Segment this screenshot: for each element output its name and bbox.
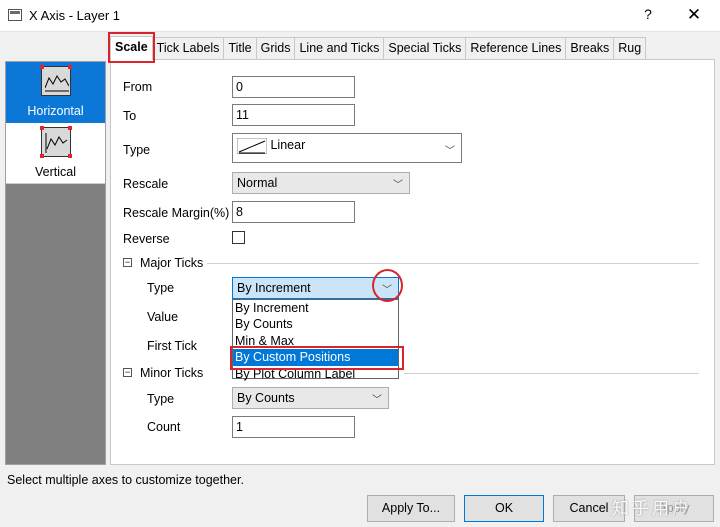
- ok-button[interactable]: OK: [464, 495, 544, 522]
- chevron-down-icon: ﹀: [372, 395, 382, 406]
- axis-item-vertical[interactable]: Vertical: [6, 123, 105, 184]
- rescale-label: Rescale: [123, 177, 169, 191]
- rescale-margin-label: Rescale Margin(%): [123, 206, 230, 220]
- collapse-icon[interactable]: −: [123, 368, 132, 377]
- custom-positions-annotation: [230, 346, 404, 370]
- tab-breaks[interactable]: Breaks: [565, 37, 615, 59]
- minor-count-field[interactable]: 1: [232, 416, 355, 438]
- vertical-axis-icon: [40, 126, 72, 158]
- to-field[interactable]: 11: [232, 104, 355, 126]
- section-divider: [207, 263, 699, 264]
- horizontal-axis-icon: [40, 65, 72, 96]
- linear-scale-icon: [236, 137, 268, 155]
- minor-type-label: Type: [147, 392, 175, 406]
- scale-type-combo[interactable]: Linear ﹀: [232, 133, 462, 163]
- axis-selector: Horizontal Vertical: [5, 61, 106, 465]
- tab-reference-lines[interactable]: Reference Lines: [465, 37, 567, 59]
- dropdown-arrow-annotation: [372, 269, 403, 302]
- rescale-combo[interactable]: Normal ﹀: [232, 172, 410, 194]
- reverse-checkbox[interactable]: [232, 231, 245, 244]
- reverse-label: Reverse: [123, 232, 170, 246]
- minor-count-label: Count: [147, 420, 181, 434]
- close-icon[interactable]: ✕: [680, 5, 708, 27]
- window-icon: [8, 9, 22, 21]
- minor-type-combo[interactable]: By Counts ﹀: [232, 387, 389, 409]
- help-button[interactable]: ?: [636, 6, 660, 26]
- apply-to-button[interactable]: Apply To...: [367, 495, 455, 522]
- watermark-text: 知乎用户: [612, 499, 692, 518]
- major-type-value: By Increment: [237, 281, 311, 295]
- scale-type-label: Type: [123, 143, 151, 157]
- chevron-down-icon: ﹀: [393, 180, 403, 191]
- axis-item-horizontal[interactable]: Horizontal: [6, 62, 105, 123]
- tab-special-ticks[interactable]: Special Ticks: [383, 37, 467, 59]
- tab-rug[interactable]: Rug: [613, 37, 647, 59]
- minor-ticks-section: Minor Ticks: [140, 366, 204, 380]
- axis-label-vertical: Vertical: [35, 165, 76, 179]
- section-divider: [404, 373, 699, 374]
- tab-title[interactable]: Title: [223, 37, 257, 59]
- status-text: Select multiple axes to customize togeth…: [7, 473, 244, 487]
- tab-strip: Scale Tick Labels Title Grids Line and T…: [110, 36, 647, 60]
- rescale-value: Normal: [237, 176, 278, 190]
- tab-line-and-ticks[interactable]: Line and Ticks: [294, 37, 385, 59]
- major-ticks-section: Major Ticks: [140, 256, 204, 270]
- tab-scale[interactable]: Scale: [110, 36, 153, 60]
- first-tick-label: First Tick: [147, 339, 197, 353]
- major-type-label: Type: [147, 281, 175, 295]
- window-title: X Axis - Layer 1: [29, 8, 121, 23]
- from-field[interactable]: 0: [232, 76, 355, 98]
- title-bar: X Axis - Layer 1 ? ✕: [0, 0, 720, 32]
- rescale-margin-field[interactable]: 8: [232, 201, 355, 223]
- to-label: To: [123, 109, 137, 123]
- collapse-icon[interactable]: −: [123, 258, 132, 267]
- scale-type-value: Linear: [270, 138, 306, 152]
- major-value-label: Value: [147, 310, 179, 324]
- minor-type-value: By Counts: [237, 391, 295, 405]
- dropdown-option-by-counts[interactable]: By Counts: [233, 316, 398, 332]
- axis-label-horizontal: Horizontal: [27, 104, 84, 118]
- from-label: From: [123, 80, 153, 94]
- dropdown-option-by-increment[interactable]: By Increment: [233, 300, 398, 316]
- tab-tick-labels[interactable]: Tick Labels: [151, 37, 225, 59]
- tab-grids[interactable]: Grids: [255, 37, 296, 59]
- chevron-down-icon: ﹀: [445, 146, 455, 157]
